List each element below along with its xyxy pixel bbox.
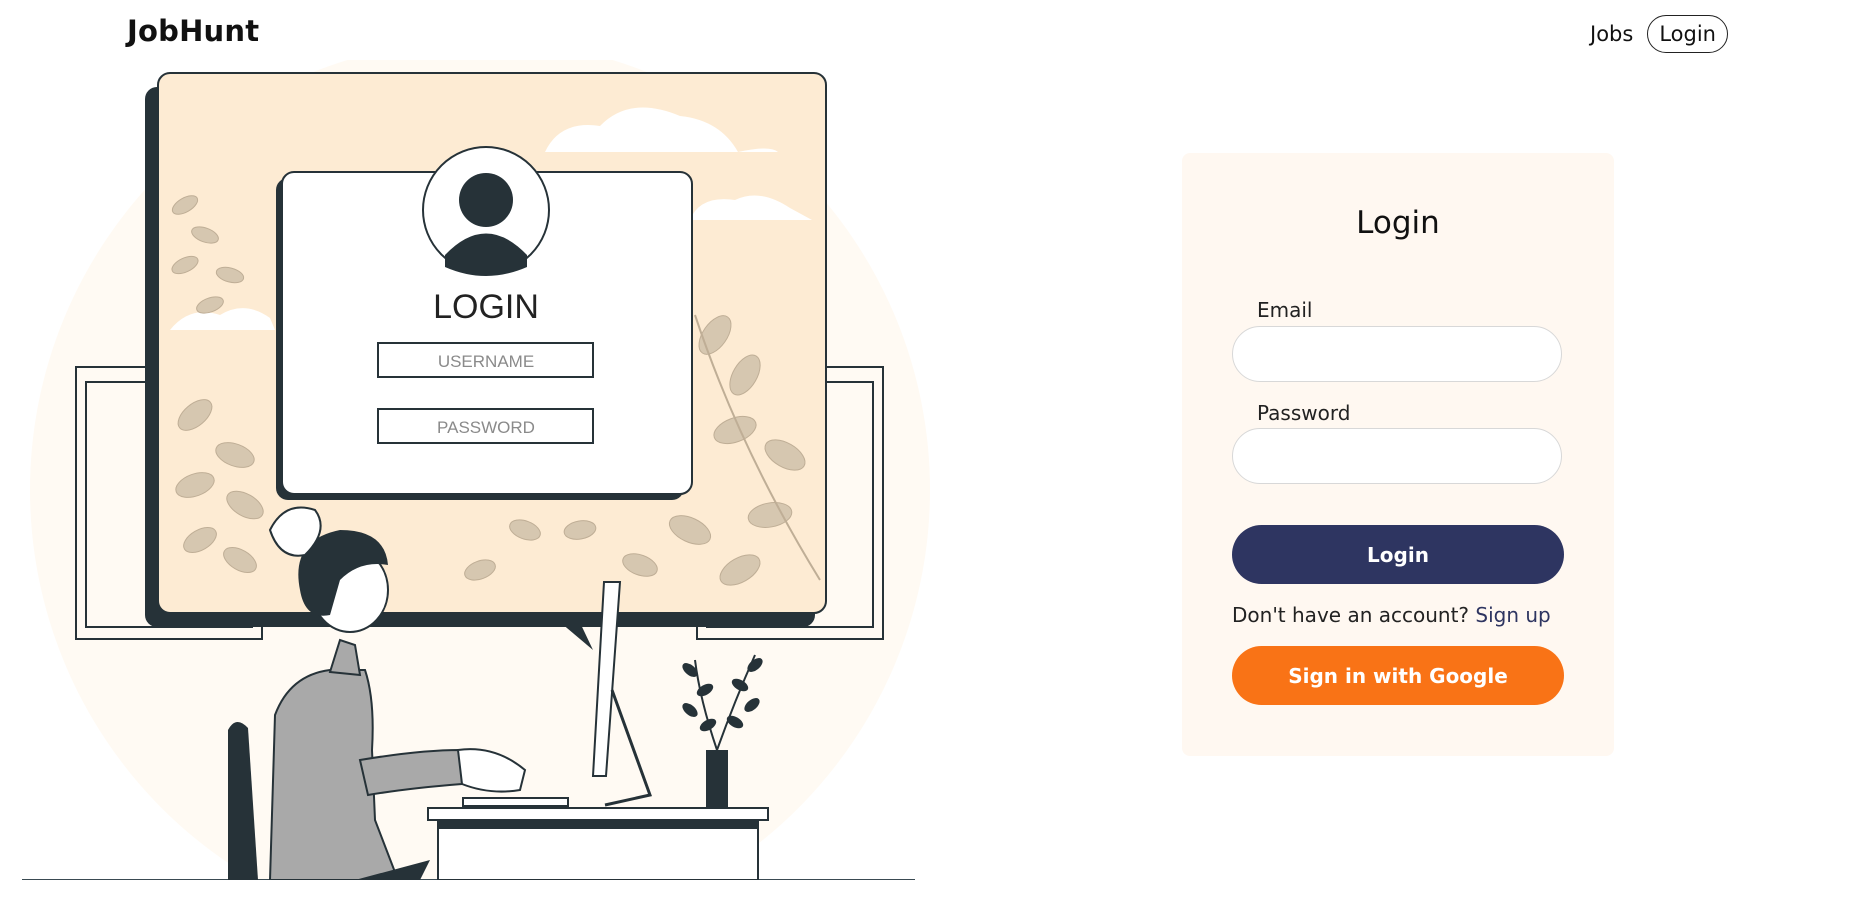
illustration-password-text: PASSWORD: [437, 418, 535, 437]
nav-jobs-link[interactable]: Jobs: [1590, 22, 1633, 46]
desk-top: [427, 807, 769, 821]
top-nav: Jobs Login: [1590, 15, 1728, 53]
nav-login-button[interactable]: Login: [1647, 15, 1728, 53]
signup-row: Don't have an account? Sign up: [1232, 603, 1551, 627]
email-label: Email: [1257, 298, 1313, 322]
plant-pot: [706, 750, 728, 808]
illustration-username-text: USERNAME: [438, 352, 534, 371]
signup-prompt: Don't have an account?: [1232, 603, 1470, 627]
brand-logo[interactable]: JobHunt: [127, 14, 259, 48]
login-title: Login: [1356, 205, 1440, 241]
email-input[interactable]: [1232, 326, 1562, 382]
signup-link[interactable]: Sign up: [1475, 603, 1550, 627]
keyboard: [462, 797, 569, 807]
login-card: Login Email Password Login Don't have an…: [1182, 153, 1614, 756]
desk-edge: [438, 820, 758, 829]
password-input[interactable]: [1232, 428, 1562, 484]
illustration-login-heading: LOGIN: [433, 288, 539, 326]
password-label: Password: [1257, 401, 1351, 425]
login-illustration: LOGIN USERNAME PASSWORD: [22, 60, 930, 880]
google-signin-button[interactable]: Sign in with Google: [1232, 646, 1564, 705]
login-button[interactable]: Login: [1232, 525, 1564, 584]
